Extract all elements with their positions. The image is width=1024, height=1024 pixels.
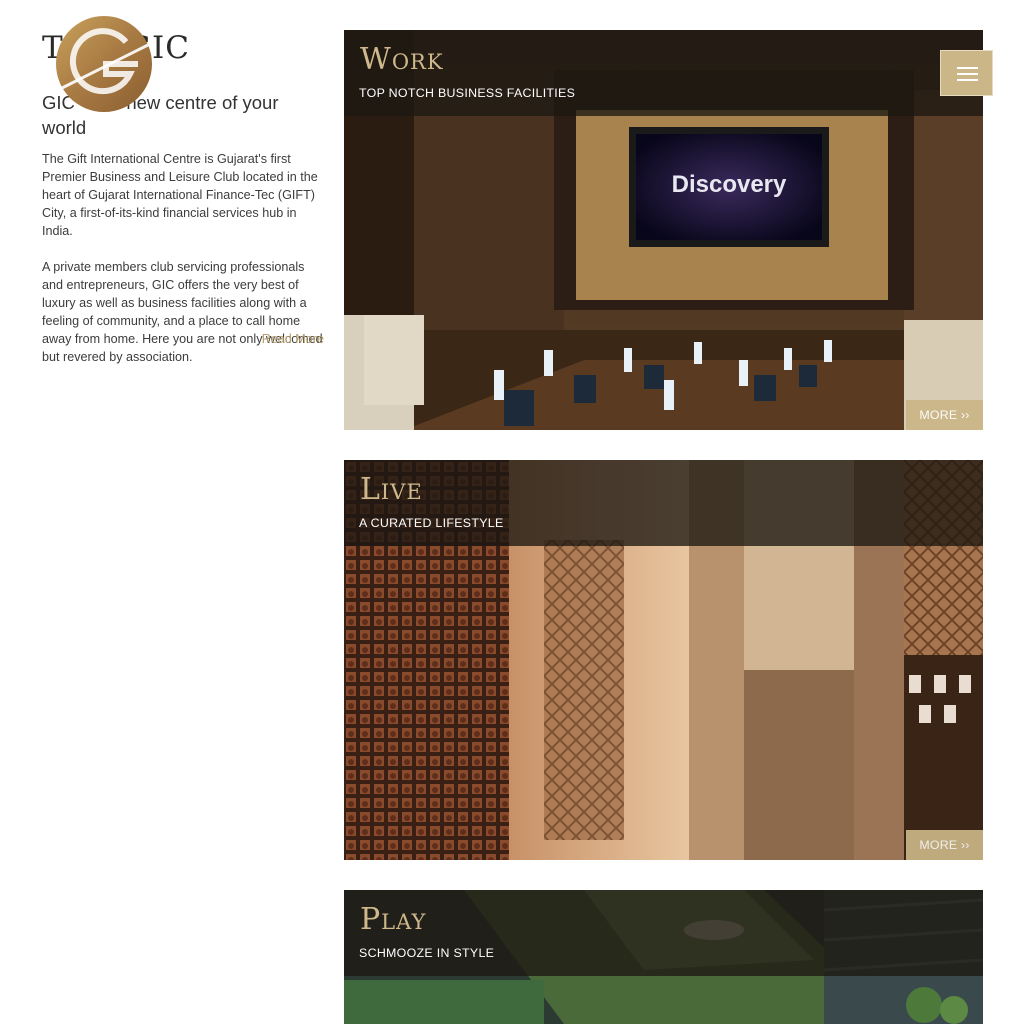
play-card-subtitle: SCHMOOZE IN STYLE bbox=[359, 946, 495, 960]
live-card-header: Live A CURATED LIFESTYLE bbox=[344, 460, 983, 546]
tv-screen-text: Discovery bbox=[672, 171, 787, 198]
play-card[interactable]: Play SCHMOOZE IN STYLE bbox=[344, 890, 983, 1024]
live-card-title: Live bbox=[360, 472, 423, 507]
work-more-button[interactable]: MORE ›› bbox=[906, 400, 983, 430]
gic-logo-icon[interactable] bbox=[54, 14, 154, 114]
read-more-link[interactable]: Read More bbox=[262, 330, 324, 348]
work-card[interactable]: Discovery Work TOP NOTCH BUSINESS FACILI… bbox=[344, 30, 983, 430]
play-card-title: Play bbox=[360, 902, 427, 937]
live-more-button[interactable]: MORE ›› bbox=[906, 830, 983, 860]
live-card-subtitle: A CURATED LIFESTYLE bbox=[359, 516, 504, 530]
play-card-header: Play SCHMOOZE IN STYLE bbox=[344, 890, 983, 976]
menu-button[interactable] bbox=[940, 50, 993, 96]
work-card-subtitle: TOP NOTCH BUSINESS FACILITIES bbox=[359, 86, 576, 100]
work-card-header: Work TOP NOTCH BUSINESS FACILITIES bbox=[344, 30, 983, 116]
intro-paragraph-1: The Gift International Centre is Gujarat… bbox=[42, 152, 318, 238]
live-card[interactable]: Live A CURATED LIFESTYLE MORE ›› bbox=[344, 460, 983, 860]
intro-paragraph-2-wrap: A private members club servicing profess… bbox=[42, 258, 324, 366]
work-card-title: Work bbox=[360, 42, 444, 77]
intro-paragraph-2: A private members club servicing profess… bbox=[42, 260, 323, 364]
